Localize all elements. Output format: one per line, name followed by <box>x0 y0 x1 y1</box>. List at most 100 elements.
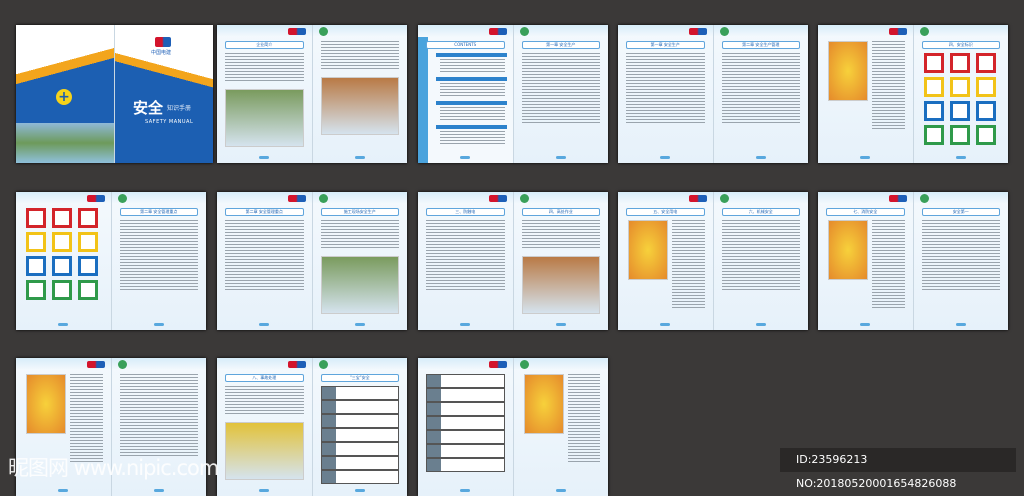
right-page: 施工现场安全生产 <box>312 192 407 330</box>
page-number-tab <box>259 323 270 326</box>
page-number-tab <box>58 489 69 492</box>
safety-sign-icon <box>975 125 996 145</box>
safety-sign-icon <box>78 208 98 228</box>
text-block <box>225 386 304 416</box>
page-number-tab <box>955 323 966 326</box>
page-title: 第二章 安全管理重点 <box>225 208 304 216</box>
left-page <box>16 192 112 330</box>
page-number-tab <box>153 323 164 326</box>
table-row <box>426 444 505 458</box>
safety-emblem: + <box>54 87 74 107</box>
page-number-tab <box>755 323 766 326</box>
table-row <box>426 430 505 444</box>
page-title: 施工现场安全生产 <box>320 208 399 216</box>
page-title: "三宝"安全 <box>320 374 399 382</box>
cover-subtitle: 知识手册 <box>167 105 192 112</box>
safety-sign-icon <box>949 125 970 145</box>
table-row <box>320 414 399 428</box>
left-page: 第二章 安全管理重点 <box>217 192 313 330</box>
left-page: 企业简介 <box>217 25 313 163</box>
page-title: 六、机械安全 <box>721 208 800 216</box>
safety-sign-icon <box>975 77 996 97</box>
safety-sign-icon <box>26 280 46 300</box>
table-row <box>426 416 505 430</box>
right-page: "三宝"安全 <box>312 358 407 496</box>
front-cover: 中国电建 安全 知识手册 SAFETY MANUAL <box>115 25 213 163</box>
page-number-tab <box>555 156 566 159</box>
brochure-spread: 三、防触电 四、高处作业 <box>418 192 608 330</box>
photo-image <box>225 422 304 480</box>
left-page: CONTENTS <box>418 25 514 163</box>
page-number-tab <box>860 323 871 326</box>
page-number-tab <box>755 156 766 159</box>
page-number-tab <box>660 323 671 326</box>
back-cover: + <box>16 25 115 163</box>
text-block <box>521 220 600 250</box>
brochure-spread: 八、事故处理 "三宝"安全 <box>217 358 407 496</box>
page-number-tab <box>660 156 671 159</box>
page-title: 四、安全标识 <box>921 41 1000 49</box>
safety-sign-icon <box>975 101 996 121</box>
photo-image <box>521 256 600 314</box>
company-logo-icon <box>488 361 507 368</box>
safety-sign-icon <box>949 77 970 97</box>
text-block <box>320 41 399 71</box>
page-title: 第二章 安全生产管理 <box>721 41 800 49</box>
safety-sign-icon <box>26 256 46 276</box>
left-page <box>818 25 914 163</box>
toc-entries <box>440 131 505 145</box>
cover-title: 安全 <box>133 99 164 117</box>
text-block <box>521 53 600 125</box>
text-block <box>721 53 800 125</box>
text-block <box>119 374 198 458</box>
text-block <box>70 374 103 464</box>
page-title: 第一章 安全生产 <box>521 41 600 49</box>
table-row <box>320 428 399 442</box>
toc-chapter-bar <box>436 77 507 81</box>
left-page: 八、事故处理 <box>217 358 313 496</box>
safety-sign-icon <box>26 208 46 228</box>
safety-sign-icon <box>52 208 72 228</box>
text-block <box>721 220 800 292</box>
company-logo-icon <box>688 195 707 202</box>
safety-sign-icon <box>949 101 970 121</box>
brochure-spread: 企业简介 <box>217 25 407 163</box>
safety-logo-icon <box>117 194 127 203</box>
cover-spread: + 中国电建 安全 知识手册 SAFETY MANUAL <box>16 25 213 163</box>
page-number-tab <box>460 156 471 159</box>
page-number-tab <box>555 323 566 326</box>
company-logo-icon <box>86 195 105 202</box>
company-logo-icon <box>888 195 907 202</box>
right-page: 安全第一 <box>913 192 1008 330</box>
right-page: 第二章 安全管理重点 <box>111 192 206 330</box>
page-number-tab <box>860 156 871 159</box>
brochure-spread: 第一章 安全生产 第二章 安全生产管理 <box>618 25 808 163</box>
right-page: 六、机械安全 <box>713 192 808 330</box>
brochure-spread <box>418 358 608 496</box>
safety-sign-icon <box>78 232 98 252</box>
text-block <box>921 220 1000 292</box>
safety-logo-icon <box>318 27 328 36</box>
safety-sign-icon <box>78 256 98 276</box>
text-block <box>626 53 705 125</box>
table-row <box>320 400 399 414</box>
cartoon-image <box>523 374 564 434</box>
safety-sign-icon <box>923 101 944 121</box>
brochure-spread: 七、消防安全 安全第一 <box>818 192 1008 330</box>
left-page: 第一章 安全生产 <box>618 25 714 163</box>
company-logo-icon <box>287 28 306 35</box>
photo-image <box>320 77 399 135</box>
left-page: 三、防触电 <box>418 192 514 330</box>
page-number-tab <box>460 323 471 326</box>
page-title: 五、安全用电 <box>626 208 705 216</box>
right-page: 四、高处作业 <box>513 192 608 330</box>
page-number-tab <box>460 489 471 492</box>
safety-logo-icon <box>519 360 529 369</box>
table-row <box>426 402 505 416</box>
page-title: 第二章 安全管理重点 <box>119 208 198 216</box>
text-block <box>320 220 399 250</box>
brochure-spread: 五、安全用电 六、机械安全 <box>618 192 808 330</box>
safety-logo-icon <box>719 27 729 36</box>
safety-sign-icon <box>52 232 72 252</box>
logo-text: 中国电建 <box>151 50 172 56</box>
